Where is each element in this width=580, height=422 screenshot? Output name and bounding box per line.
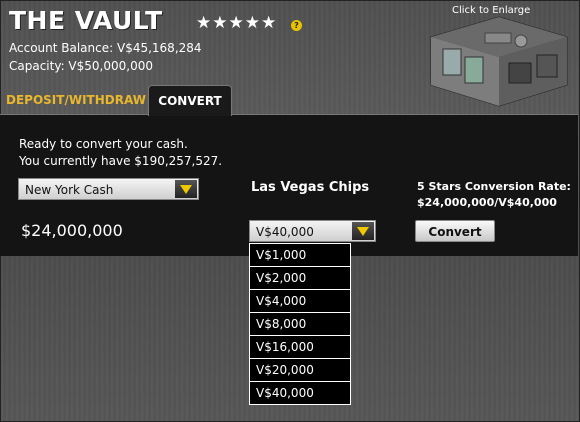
dropdown-option[interactable]: V$40,000 xyxy=(250,382,350,405)
dropdown-option[interactable]: V$2,000 xyxy=(250,267,350,290)
conversion-rate-label: 5 Stars Conversion Rate: xyxy=(417,180,571,193)
tab-convert[interactable]: CONVERT xyxy=(148,85,232,116)
tab-deposit-withdraw[interactable]: DEPOSIT/WITHDRAW xyxy=(6,85,146,113)
dropdown-option[interactable]: V$16,000 xyxy=(250,336,350,359)
vault-title: THE VAULT xyxy=(9,6,163,35)
cash-amount: $24,000,000 xyxy=(21,221,123,240)
chips-amount-select[interactable]: V$40,000 xyxy=(249,220,376,242)
account-balance: Account Balance: V$45,168,284 xyxy=(9,41,202,55)
convert-button[interactable]: Convert xyxy=(415,220,495,242)
dropdown-option[interactable]: V$8,000 xyxy=(250,313,350,336)
vault-thumbnail[interactable] xyxy=(429,15,569,108)
cash-on-hand-text: You currently have $190,257,527. xyxy=(19,154,223,168)
chevron-down-icon xyxy=(352,222,374,240)
dropdown-option[interactable]: V$1,000 xyxy=(250,244,350,267)
chips-amount-value: V$40,000 xyxy=(256,225,314,239)
help-icon[interactable]: ? xyxy=(291,20,302,31)
vault-room-image xyxy=(430,16,568,107)
dropdown-option[interactable]: V$20,000 xyxy=(250,359,350,382)
cash-type-value: New York Cash xyxy=(25,183,114,197)
star-rating: ★★★★★ xyxy=(196,13,278,33)
chips-label: Las Vegas Chips xyxy=(251,180,370,195)
ready-text: Ready to convert your cash. xyxy=(19,137,188,151)
click-to-enlarge-label: Click to Enlarge xyxy=(452,5,531,16)
conversion-rate-value: $24,000,000/V$40,000 xyxy=(417,196,557,209)
chevron-down-icon xyxy=(175,180,197,198)
vault-capacity: Capacity: V$50,000,000 xyxy=(9,59,153,73)
cash-type-select[interactable]: New York Cash xyxy=(18,178,199,200)
chips-dropdown-list: V$1,000 V$2,000 V$4,000 V$8,000 V$16,000… xyxy=(249,243,351,405)
dropdown-option[interactable]: V$4,000 xyxy=(250,290,350,313)
